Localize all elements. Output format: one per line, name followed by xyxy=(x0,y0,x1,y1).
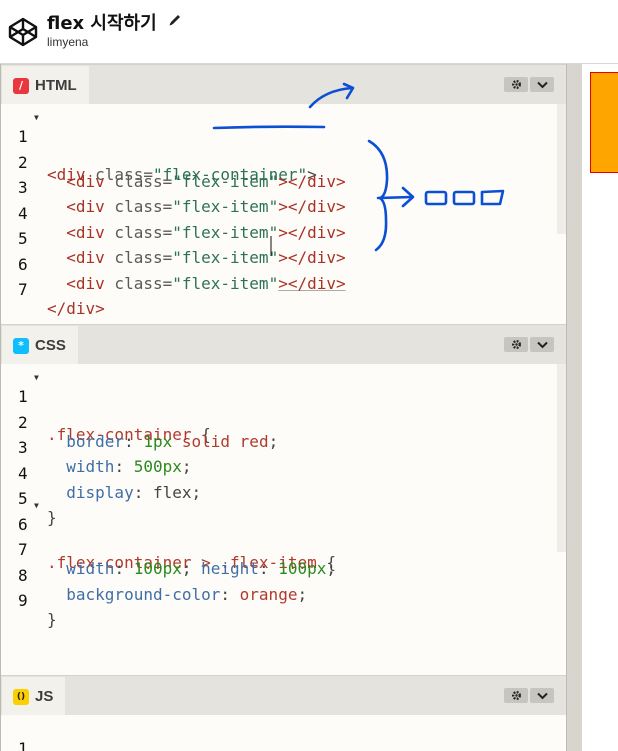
gear-icon xyxy=(511,80,521,89)
code-token: ></div> xyxy=(278,172,346,191)
chevron-down-icon xyxy=(536,341,548,348)
editor-column: / HTML 1 ▼ <div class="flex-container"> … xyxy=(0,64,567,751)
code-line: 1 xyxy=(1,720,59,751)
code-line: 4 <div class="flex-item"></div> xyxy=(1,185,346,242)
html-panel-header: / HTML xyxy=(1,64,567,105)
line-number: 7 xyxy=(18,280,28,299)
js-code-area[interactable]: 1 xyxy=(1,715,567,751)
fold-arrow-icon[interactable]: ▼ xyxy=(34,113,39,122)
code-token: orange xyxy=(239,585,298,604)
tab-html[interactable]: / HTML xyxy=(2,66,89,105)
css-code-area[interactable]: 1 ▼ .flex-container { 2 border: 1px soli… xyxy=(1,364,567,675)
code-token: <div xyxy=(66,172,105,191)
chevron-down-icon xyxy=(536,692,548,699)
code-token: <div xyxy=(66,274,105,293)
code-token: 100px xyxy=(278,559,327,578)
fold-arrow-icon[interactable]: ▼ xyxy=(34,501,39,510)
fold-arrow-icon[interactable]: ▼ xyxy=(34,373,39,382)
code-token: flex xyxy=(152,483,192,502)
code-token: class= xyxy=(104,274,173,293)
code-token: } xyxy=(47,610,57,629)
code-token: 1px xyxy=(143,432,173,451)
tab-label: HTML xyxy=(35,77,77,94)
collapse-button[interactable] xyxy=(530,77,554,92)
resize-gutter[interactable] xyxy=(566,64,582,751)
gear-icon xyxy=(511,340,521,349)
flex-item-preview xyxy=(590,72,618,173)
settings-button[interactable] xyxy=(504,77,528,92)
code-line: 3 <div class="flex-item"></div> xyxy=(1,159,346,216)
code-token: </div> xyxy=(47,299,105,318)
code-token: 100px xyxy=(133,559,182,578)
code-token: class= xyxy=(104,172,173,191)
collapse-button[interactable] xyxy=(530,688,554,703)
code-line: 2 border: 1px solid red; xyxy=(18,413,279,451)
code-token: <div xyxy=(66,197,105,216)
code-token: ></div> xyxy=(278,223,346,242)
code-token: <div xyxy=(66,248,105,267)
code-line: 3 width: 500px; xyxy=(18,438,192,476)
code-token: display xyxy=(66,483,134,502)
code-line: 4 display: flex; xyxy=(18,464,202,502)
codepen-cube-icon[interactable] xyxy=(8,17,38,47)
line-number: 9 xyxy=(18,591,28,610)
code-token: ></div> xyxy=(278,197,346,216)
code-token: ></div> xyxy=(278,274,346,293)
code-token: width xyxy=(66,457,115,476)
code-line: 6 ▼ .flex-container > .flex-item { xyxy=(1,496,336,572)
code-token: "flex-item" xyxy=(172,274,279,293)
gear-icon xyxy=(511,691,521,700)
code-line: 5 <div class="flex-item"></div> xyxy=(1,210,346,267)
code-token: "flex-item" xyxy=(172,172,279,191)
js-badge-icon: () xyxy=(13,688,29,705)
css-panel-header: * CSS xyxy=(1,324,567,365)
code-token: 500px xyxy=(133,457,182,476)
code-line: 7 </div> xyxy=(1,261,105,318)
code-token: background-color xyxy=(66,585,221,604)
result-preview xyxy=(582,64,618,751)
code-token: red xyxy=(239,432,269,451)
collapse-button[interactable] xyxy=(530,337,554,352)
header: flex 시작하기 limyena xyxy=(0,0,618,64)
code-token: width xyxy=(66,559,115,578)
code-line: 8 background-color: orange; xyxy=(18,566,308,604)
html-badge-icon: / xyxy=(13,77,29,94)
code-token: "flex-item" xyxy=(172,248,279,267)
tab-css[interactable]: * CSS xyxy=(2,326,78,365)
tab-js[interactable]: () JS xyxy=(2,677,66,716)
code-token: ></div> xyxy=(278,248,346,267)
pencil-icon[interactable] xyxy=(168,13,182,27)
pen-title[interactable]: flex 시작하기 xyxy=(47,9,157,35)
code-token: class= xyxy=(104,248,173,267)
html-panel-controls xyxy=(504,77,554,92)
author-name[interactable]: limyena xyxy=(47,35,88,49)
tab-label: JS xyxy=(35,688,54,705)
line-number: 1 xyxy=(18,739,28,751)
code-line: 1 ▼ .flex-container { xyxy=(1,368,211,444)
code-token: height xyxy=(201,559,259,578)
css-badge-icon: * xyxy=(13,337,29,354)
code-token: border xyxy=(66,432,125,451)
code-line: 9 } xyxy=(1,572,59,629)
code-token: "flex-item" xyxy=(172,197,279,216)
code-line: 5 } xyxy=(1,470,59,527)
code-token: class= xyxy=(104,223,173,242)
code-line: 2 <div class="flex-item"></div> xyxy=(1,134,346,191)
settings-button[interactable] xyxy=(504,337,528,352)
html-code-area[interactable]: 1 ▼ <div class="flex-container"> 2 <div … xyxy=(1,104,567,324)
css-panel-controls xyxy=(504,337,554,352)
code-token: "flex-item" xyxy=(172,223,279,242)
code-token: class= xyxy=(104,197,173,216)
code-token: solid xyxy=(172,432,240,451)
code-token: <div xyxy=(66,223,105,242)
js-panel-header: () JS xyxy=(1,675,567,716)
js-panel-controls xyxy=(504,688,554,703)
tab-label: CSS xyxy=(35,337,66,354)
settings-button[interactable] xyxy=(504,688,528,703)
code-line: 1 ▼ <div class="flex-container"> xyxy=(1,108,317,184)
code-line: 6 <div class="flex-item"></div> xyxy=(1,236,346,293)
chevron-down-icon xyxy=(536,81,548,88)
code-line: 7 width: 100px; height: 100px; xyxy=(18,540,337,578)
